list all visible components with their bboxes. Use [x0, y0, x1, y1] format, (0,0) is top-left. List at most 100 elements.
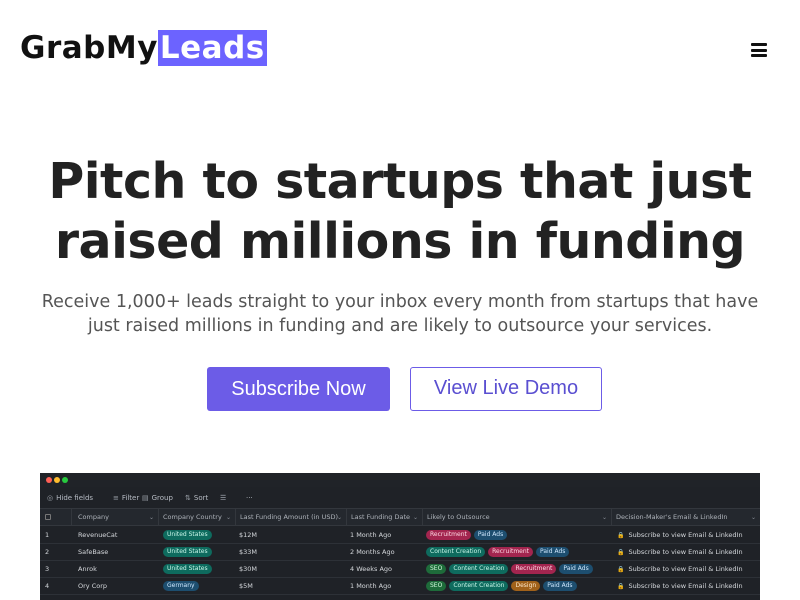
outsource-tag: Paid Ads	[536, 547, 570, 557]
window-titlebar	[40, 473, 760, 487]
column-header-country[interactable]: Company Country ⌄	[159, 509, 236, 526]
cell-email: 🔒 Subscribe to view Email & LinkedIn	[617, 578, 760, 595]
country-tag: Germany	[163, 581, 199, 591]
row-height-button[interactable]: ☰	[220, 492, 229, 504]
cell-outsource: Recruitment Paid Ads	[426, 527, 612, 544]
outsource-tag: Recruitment	[511, 564, 557, 574]
cell-country: Germany	[163, 578, 236, 595]
window-minimize-dot	[54, 477, 60, 483]
outsource-tag: Paid Ads	[473, 530, 508, 540]
select-all-column	[40, 509, 72, 526]
cell-company: Anrok	[78, 565, 97, 573]
lock-icon: 🔒	[617, 532, 625, 539]
cell-email: 🔒 Subscribe to view Email & LinkedIn	[617, 527, 760, 544]
outsource-tag: SEO	[426, 564, 447, 574]
grid-toolbar: ◎ Hide fields ≡ Filter ▤ Group ⇅ Sort ☰ ···	[40, 487, 760, 509]
lock-icon: 🔒	[617, 549, 625, 556]
cell-num: 1	[45, 531, 50, 539]
filter-button[interactable]: ≡ Filter	[113, 492, 139, 504]
app-preview: ◎ Hide fields ≡ Filter ▤ Group ⇅ Sort ☰ ··· …	[40, 473, 760, 600]
chevron-down-icon: ⌄	[336, 514, 342, 521]
outsource-tag: Content Creation	[426, 547, 486, 557]
filter-icon: ≡	[113, 494, 119, 502]
logo[interactable]: GrabMyLeads	[20, 30, 267, 66]
outsource-tag: Recruitment	[488, 547, 534, 557]
window-maximize-dot	[62, 477, 68, 483]
outsource-tag: SEO	[426, 581, 447, 591]
cell-outsource: SEO Content Creation Recruitment Paid Ads	[426, 561, 612, 578]
chevron-down-icon: ⌄	[601, 514, 607, 521]
chevron-down-icon: ⌄	[148, 514, 154, 521]
lock-icon: 🔒	[617, 583, 625, 590]
outsource-tag: Content Creation	[449, 564, 509, 574]
cell-date: 2 Months Ago	[350, 548, 395, 556]
country-tag: United States	[163, 547, 212, 557]
cell-amount: $30M	[239, 565, 258, 573]
cell-date: 4 Weeks Ago	[350, 565, 393, 573]
lock-icon: 🔒	[617, 566, 625, 573]
group-button[interactable]: ▤ Group	[142, 492, 173, 504]
view-live-demo-button[interactable]: View Live Demo	[410, 367, 602, 411]
hero-title: Pitch to startups that just raised milli…	[0, 152, 800, 272]
outsource-tag: Paid Ads	[543, 581, 577, 591]
eye-slash-icon: ◎	[47, 494, 54, 502]
cell-amount: $12M	[239, 531, 258, 539]
cell-date: 1 Month Ago	[350, 582, 392, 590]
hero-title-line2-plain: raised	[54, 213, 240, 270]
subscribe-to-view-text: Subscribe to view Email & LinkedIn	[628, 582, 743, 590]
sort-button[interactable]: ⇅ Sort	[185, 492, 208, 504]
outsource-tag: Content Creation	[449, 581, 509, 591]
cell-company: RevenueCat	[78, 531, 118, 539]
column-header-outsource[interactable]: Likely to Outsource ⌄	[423, 509, 612, 526]
table-row[interactable]: 2 SafeBase United States $33M 2 Months Ago Co…	[40, 544, 760, 561]
grid-header: Company ⌄ Company Country ⌄ Last Funding A…	[40, 509, 760, 526]
column-header-funding-amount[interactable]: Last Funding Amount (in USD) ⌄	[236, 509, 347, 526]
table-row[interactable]: 3 Anrok United States $30M 4 Weeks Ago SEO Con…	[40, 561, 760, 578]
subscribe-to-view-text: Subscribe to view Email & LinkedIn	[628, 548, 743, 556]
subscribe-to-view-text: Subscribe to view Email & LinkedIn	[628, 531, 743, 539]
cell-num: 4	[45, 582, 50, 590]
column-header-funding-date[interactable]: Last Funding Date ⌄	[347, 509, 423, 526]
country-tag: United States	[163, 564, 212, 574]
cell-num: 2	[45, 548, 50, 556]
hero-subtitle: Receive 1,000+ leads straight to your in…	[41, 292, 759, 336]
cell-country: United States	[163, 527, 236, 544]
cell-country: United States	[163, 544, 236, 561]
cell-company: SafeBase	[78, 548, 109, 556]
more-options-button[interactable]: ···	[246, 492, 253, 504]
subscribe-now-button[interactable]: Subscribe Now	[207, 367, 390, 411]
cell-num: 3	[45, 565, 50, 573]
subscribe-to-view-text: Subscribe to view Email & LinkedIn	[628, 565, 743, 573]
outsource-tag: Recruitment	[426, 530, 471, 540]
hero-title-line1: Pitch to startups that just	[48, 153, 752, 210]
site-header: GrabMyLeads	[0, 0, 800, 96]
chevron-down-icon: ⌄	[750, 514, 756, 521]
outsource-tag: Design	[511, 581, 541, 591]
group-icon: ▤	[142, 494, 149, 502]
hero-title-highlight: millions in funding	[239, 213, 746, 270]
cell-email: 🔒 Subscribe to view Email & LinkedIn	[617, 544, 760, 561]
cell-outsource: Content Creation Recruitment Paid Ads	[426, 544, 612, 561]
column-header-decision-maker[interactable]: Decision-Maker's Email & LinkedIn ⌄	[612, 509, 760, 526]
table-row[interactable]: 4 Ory Corp Germany $5M 1 Month Ago SEO Content…	[40, 578, 760, 595]
window-close-dot	[46, 477, 52, 483]
cell-date: 1 Month Ago	[350, 531, 392, 539]
outsource-tag: Paid Ads	[559, 564, 593, 574]
hamburger-menu-icon[interactable]	[749, 42, 769, 58]
hide-fields-button[interactable]: ◎ Hide fields	[47, 492, 93, 504]
logo-text-grabmy: GrabMy	[20, 30, 158, 66]
chevron-down-icon: ⌄	[225, 514, 231, 521]
sort-icon: ⇅	[185, 494, 191, 502]
row-height-icon: ☰	[220, 494, 227, 502]
select-all-checkbox[interactable]	[45, 514, 51, 520]
cell-amount: $33M	[239, 548, 258, 556]
cell-country: United States	[163, 561, 236, 578]
table-row[interactable]: 1 RevenueCat United States $12M 1 Month Ago R…	[40, 527, 760, 544]
cell-amount: $5M	[239, 582, 253, 590]
cell-company: Ory Corp	[78, 582, 108, 590]
chevron-down-icon: ⌄	[412, 514, 418, 521]
column-header-company[interactable]: Company ⌄	[72, 509, 159, 526]
cell-outsource: SEO Content Creation Design Paid Ads	[426, 578, 612, 595]
cell-email: 🔒 Subscribe to view Email & LinkedIn	[617, 561, 760, 578]
logo-text-leads: Leads	[157, 30, 267, 66]
